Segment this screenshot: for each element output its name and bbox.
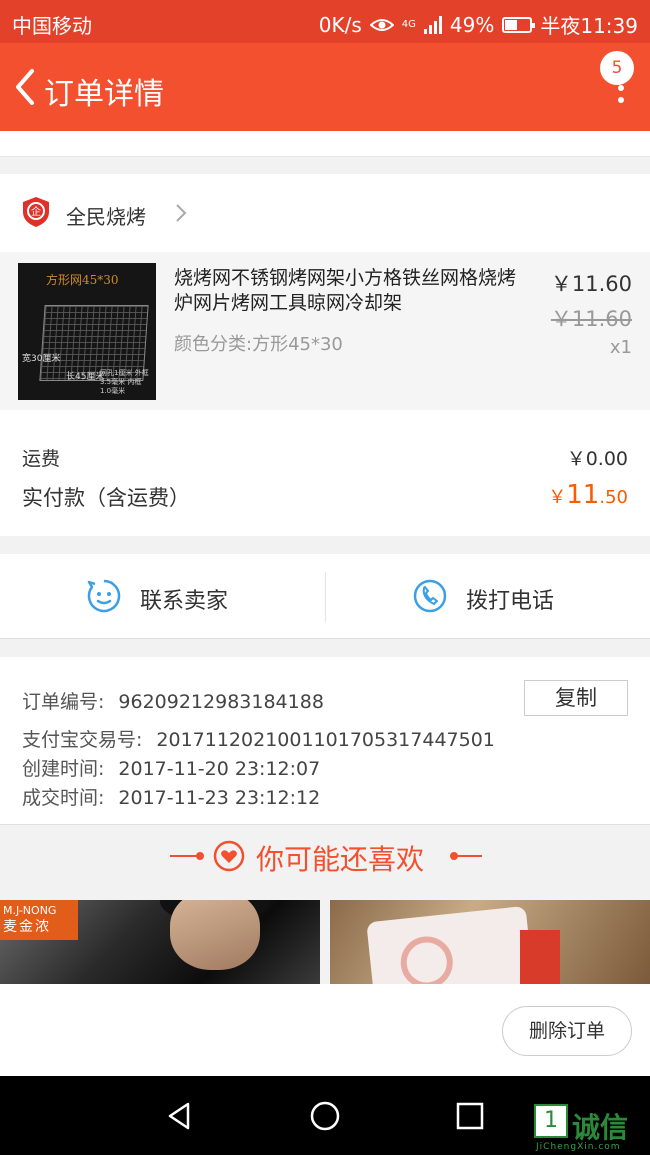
back-arrow-icon[interactable] — [8, 63, 48, 111]
delete-order-button[interactable]: 删除订单 — [502, 1006, 632, 1056]
created-row: 创建时间: 2017-11-20 23:12:07 — [22, 754, 320, 781]
contact-seller-label: 联系卖家 — [140, 589, 229, 614]
page-title: 订单详情 — [44, 77, 164, 112]
eye-icon — [369, 18, 394, 31]
call-label: 拨打电话 — [466, 589, 555, 614]
brand-logo-cn: 麦金浓 — [3, 919, 51, 935]
order-number-row: 订单编号: 96209212983184188 — [22, 687, 324, 714]
product-original-price: ￥11.60 — [550, 307, 632, 331]
chevron-right-icon — [176, 204, 187, 222]
watermark-en: JiChengXin.com — [536, 1142, 621, 1152]
battery-percent: 49% — [449, 12, 495, 37]
created-value: 2017-11-20 23:12:07 — [118, 758, 321, 780]
total-currency: ￥ — [548, 487, 567, 508]
signal-icon — [423, 15, 442, 34]
order-number-value: 96209212983184188 — [118, 691, 324, 713]
product-thumbnail[interactable]: 方形网45*30 宽30厘米 长45厘米 网孔1厘米 外框3.5毫米 内框1.0… — [18, 263, 156, 400]
network-type: 4G — [401, 18, 416, 30]
shop-name: 全民烧烤 — [66, 205, 146, 229]
copy-button[interactable]: 复制 — [524, 680, 628, 716]
watermark-cn: 诚信 — [572, 1111, 629, 1144]
watermark-box: 1 — [534, 1104, 568, 1138]
battery-icon — [502, 16, 536, 33]
product-price: ￥11.60 — [550, 272, 632, 296]
divider-dot-left — [196, 852, 204, 860]
shop-logo-icon: 企 — [23, 197, 49, 227]
carrier-name: 中国移动 — [12, 14, 92, 38]
shipping-value: ￥0.00 — [566, 448, 628, 470]
chat-face-icon — [87, 579, 121, 613]
scrolled-content-edge: — — — — — — — — — [0, 131, 650, 157]
product-title: 烧烤网不锈钢烤网架小方格铁丝网格烧烤炉网片烤网工具晾网冷却架 — [174, 267, 517, 314]
app-header: 订单详情 5 — [0, 43, 650, 131]
recommend-card-2[interactable] — [330, 900, 650, 984]
product-sku: 颜色分类:方形45*30 — [174, 334, 343, 355]
created-label: 创建时间: — [22, 758, 105, 780]
nav-home-icon[interactable] — [309, 1100, 341, 1132]
clock: 半夜11:39 — [540, 14, 638, 38]
brand-logo-en: M.J-NONG — [3, 904, 57, 917]
nav-recents-icon[interactable] — [454, 1100, 486, 1132]
status-bar: 中国移动 0K/s 4G 49% 半夜11:39 — [0, 0, 650, 43]
thumb-length-label: 长45厘米 — [66, 372, 105, 382]
contact-seller-button[interactable]: 联系卖家 — [0, 554, 325, 639]
alipay-label: 支付宝交易号: — [22, 729, 143, 751]
shipping-label: 运费 — [22, 448, 61, 470]
recommend-card-1[interactable]: M.J-NONG 麦金浓 — [0, 900, 320, 984]
phone-icon — [413, 579, 447, 613]
order-info: 订单编号: 96209212983184188 复制 支付宝交易号: 2017112… — [0, 657, 650, 825]
shop-row[interactable]: 企 全民烧烤 — [0, 174, 650, 252]
status-right: 0K/s 4G 49% 半夜11:39 — [319, 10, 638, 39]
product-label-image — [520, 930, 560, 984]
fee-summary: 运费 ￥0.00 实付款（含运费） ￥11.50 — [0, 410, 650, 536]
watermark: 1 诚信 JiChengXin.com — [530, 1104, 650, 1152]
svg-text:企: 企 — [31, 205, 41, 218]
total-decimal: .50 — [599, 487, 628, 508]
divider-right — [454, 855, 482, 857]
thumb-title: 方形网45*30 — [46, 273, 119, 287]
total-label: 实付款（含运费） — [22, 486, 190, 510]
model-face-image — [170, 900, 260, 970]
alipay-value: 2017112021001101705317447501 — [156, 729, 495, 751]
bottom-action-bar: 删除订单 — [0, 984, 650, 1076]
nav-back-icon[interactable] — [164, 1100, 196, 1132]
recommend-title: 你可能还喜欢 — [256, 843, 425, 876]
product-item[interactable]: 方形网45*30 宽30厘米 长45厘米 网孔1厘米 外框3.5毫米 内框1.0… — [0, 252, 650, 410]
product-roll-image — [366, 905, 534, 984]
call-button[interactable]: 拨打电话 — [325, 572, 650, 622]
total-value: ￥11.50 — [548, 480, 628, 510]
product-quantity: x1 — [609, 337, 632, 358]
alipay-row: 支付宝交易号: 2017112021001101705317447501 — [22, 725, 495, 752]
closed-row: 成交时间: 2017-11-23 23:12:12 — [22, 783, 320, 810]
notification-badge: 5 — [600, 51, 634, 85]
network-speed: 0K/s — [318, 12, 362, 37]
contact-bar: 联系卖家 拨打电话 — [0, 554, 650, 639]
total-integer: 11 — [566, 480, 600, 510]
brand-logo: M.J-NONG 麦金浓 — [0, 900, 78, 940]
closed-label: 成交时间: — [22, 787, 105, 809]
order-number-label: 订单编号: — [22, 691, 105, 713]
closed-value: 2017-11-23 23:12:12 — [118, 787, 321, 809]
heart-icon — [213, 840, 245, 872]
recommend-header: 你可能还喜欢 — [0, 826, 650, 900]
thumb-spec-label: 网孔1厘米 外框3.5毫米 内框1.0毫米 — [100, 369, 149, 395]
thumb-width-label: 宽30厘米 — [22, 354, 61, 364]
